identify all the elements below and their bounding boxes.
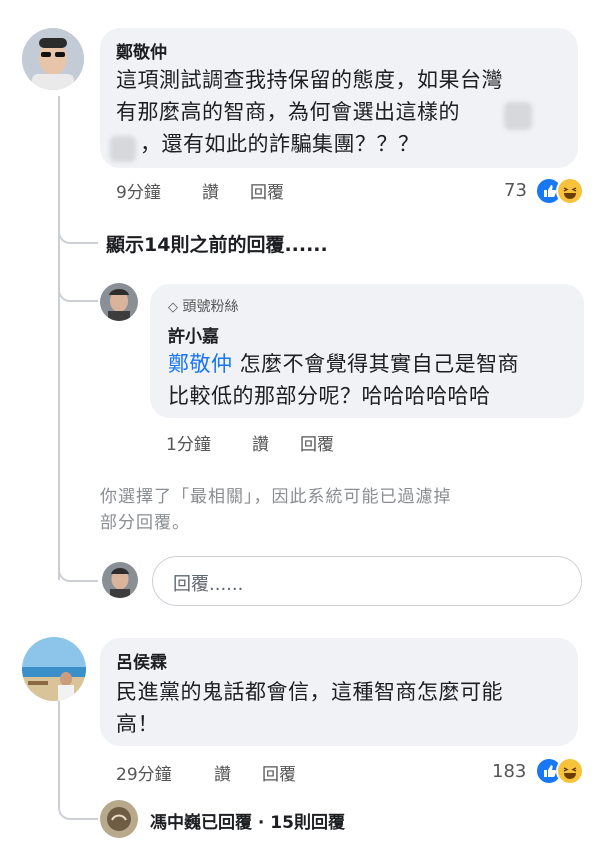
reply-button[interactable]: 回覆: [262, 760, 296, 785]
comment-text-line: ，還有如此的詐騙集團？？？: [140, 132, 420, 156]
reaction-count[interactable]: 183: [492, 761, 526, 782]
haha-reaction-icon: [556, 177, 584, 205]
comment-text-line: 這項測試調查我持保留的態度，如果台灣: [116, 68, 503, 92]
comment-bubble: 呂侯霖 民進黨的鬼話都會信，這種智商怎麼可能 高！: [100, 638, 578, 746]
comment-text-line: 高！: [116, 712, 159, 736]
comment-text-line: 民進黨的鬼話都會信，這種智商怎麼可能: [116, 680, 503, 704]
diamond-icon: ◇: [168, 300, 178, 315]
badge-label: 頭號粉絲: [182, 299, 239, 315]
thread-line: [58, 96, 60, 580]
filter-notice-line: 部分回覆。: [100, 513, 190, 533]
filter-notice-line: 你選擇了「最相關」，因此系統可能已過濾掉: [100, 487, 452, 507]
thread-branch: [58, 270, 98, 302]
reply-bubble: ◇ 頭號粉絲 許小嘉 鄭敬仲 怎麼不會覺得其實自己是智商 比較低的那部分呢？哈哈…: [150, 284, 584, 418]
reply-text-line: 鄭敬仲 怎麼不會覺得其實自己是智商: [168, 348, 519, 380]
mention-link[interactable]: 鄭敬仲: [168, 352, 233, 376]
top-fan-badge: ◇ 頭號粉絲: [168, 296, 238, 316]
thread-line: [58, 700, 60, 800]
comment-time[interactable]: 9分鐘: [116, 178, 161, 203]
like-button[interactable]: 讚: [252, 430, 269, 455]
like-button[interactable]: 讚: [214, 760, 231, 785]
reply-text-rest: 怎麼不會覺得其實自己是智商: [232, 352, 520, 376]
thread-branch: [58, 790, 98, 820]
avatar[interactable]: [22, 28, 84, 90]
avatar[interactable]: [22, 637, 86, 701]
reply-time[interactable]: 1分鐘: [166, 430, 211, 455]
avatar[interactable]: [102, 562, 138, 598]
reply-author[interactable]: 許小嘉: [168, 322, 219, 347]
haha-reaction-icon: [556, 757, 584, 785]
comment-author[interactable]: 鄭敬仲: [116, 38, 167, 63]
thread-branch: [58, 212, 98, 244]
redacted-block: [110, 136, 136, 162]
reply-text-line: 比較低的那部分呢？哈哈哈哈哈哈: [168, 384, 491, 408]
thread-branch: [58, 550, 98, 582]
avatar[interactable]: [100, 283, 138, 321]
reply-input-placeholder: 回覆......: [173, 574, 244, 595]
comment-author[interactable]: 呂侯霖: [116, 648, 167, 673]
reply-button[interactable]: 回覆: [300, 430, 334, 455]
reaction-count[interactable]: 73: [504, 180, 527, 201]
replied-summary[interactable]: 馮中巍已回覆 · 15則回覆: [150, 808, 345, 833]
like-button[interactable]: 讚: [202, 178, 219, 203]
reply-button[interactable]: 回覆: [250, 178, 284, 203]
show-previous-replies[interactable]: 顯示14則之前的回覆......: [106, 230, 328, 257]
avatar[interactable]: [100, 800, 138, 838]
reply-input[interactable]: 回覆......: [152, 556, 582, 606]
comment-bubble: 鄭敬仲 這項測試調查我持保留的態度，如果台灣 有那麼高的智商，為何會選出這樣的 …: [100, 28, 578, 168]
comment-time[interactable]: 29分鐘: [116, 760, 172, 785]
comment-text-line: 有那麼高的智商，為何會選出這樣的: [116, 100, 460, 124]
redacted-block: [504, 102, 532, 130]
